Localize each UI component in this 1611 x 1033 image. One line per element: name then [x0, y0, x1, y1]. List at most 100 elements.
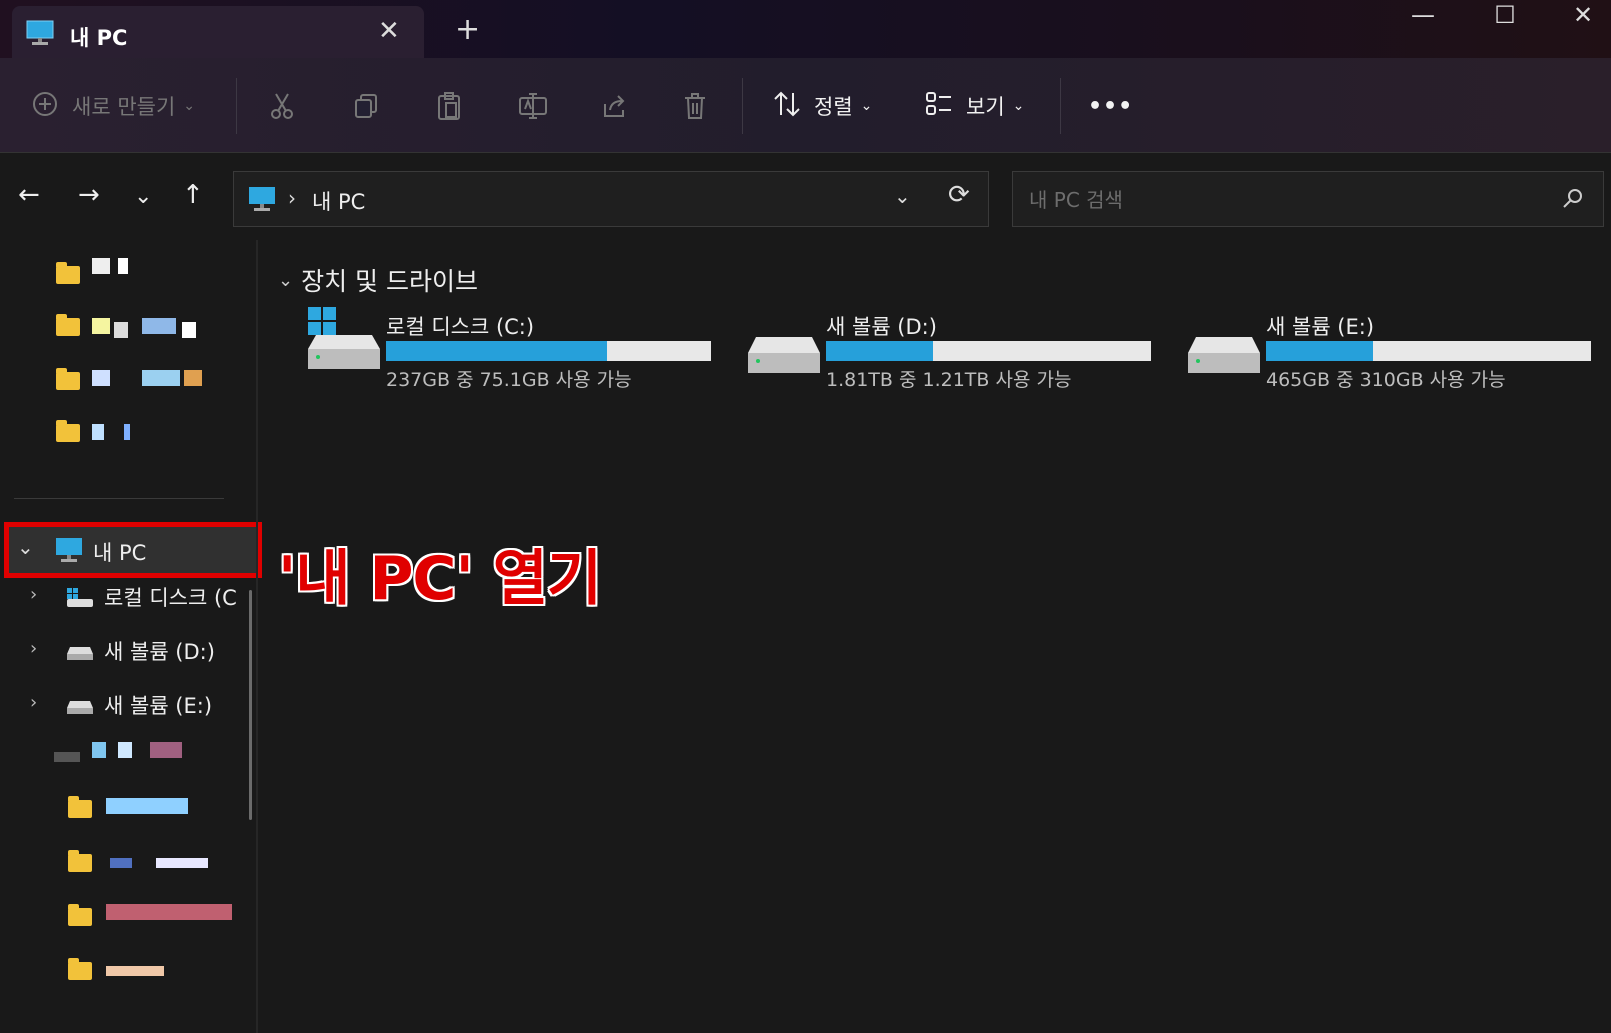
- chevron-down-icon: ⌄: [183, 98, 196, 114]
- chevron-down-icon[interactable]: ⌄: [894, 184, 911, 208]
- drive-tile-e[interactable]: 새 볼륨 (E:) 465GB 중 310GB 사용 가능: [1176, 305, 1596, 395]
- view-label: 보기: [966, 95, 1005, 119]
- sidebar-item-drive-e[interactable]: › 새 볼륨 (E:): [0, 684, 245, 724]
- drive-icon: [66, 642, 94, 666]
- drive-icon: [66, 696, 94, 720]
- obscured-label: [142, 318, 176, 334]
- usage-bar-fill: [1266, 341, 1374, 361]
- forward-arrow-icon[interactable]: →: [78, 180, 100, 210]
- drive-tile-c[interactable]: 로컬 디스크 (C:) 237GB 중 75.1GB 사용 가능: [296, 305, 716, 395]
- view-icon: [924, 90, 954, 123]
- search-icon[interactable]: [1561, 186, 1585, 214]
- recent-dropdown-icon[interactable]: ⌄: [134, 184, 152, 209]
- obscured-label: [118, 258, 128, 274]
- close-icon[interactable]: ✕: [378, 16, 400, 46]
- sidebar-scrollbar[interactable]: [249, 590, 252, 820]
- minimize-icon[interactable]: —: [1388, 0, 1458, 34]
- drive-free-space: 237GB 중 75.1GB 사용 가능: [386, 369, 632, 391]
- cut-icon[interactable]: [268, 88, 296, 124]
- obscured-label: [150, 742, 182, 758]
- drive-icon: [1186, 335, 1262, 379]
- folder-icon: [56, 262, 80, 284]
- folder-icon: [56, 368, 80, 390]
- folder-icon: [56, 420, 80, 442]
- window-close-icon[interactable]: ✕: [1548, 0, 1611, 34]
- pane-divider[interactable]: [256, 240, 258, 1033]
- usage-bar: [386, 341, 711, 361]
- new-button-label: 새로 만들기: [72, 95, 176, 119]
- sidebar-item-this-pc[interactable]: ⌄ 내 PC: [4, 522, 262, 578]
- sort-label: 정렬: [814, 95, 853, 119]
- back-arrow-icon[interactable]: ←: [18, 180, 40, 210]
- rename-icon[interactable]: [518, 88, 548, 124]
- drive-free-space: 465GB 중 310GB 사용 가능: [1266, 369, 1506, 391]
- maximize-icon[interactable]: ☐: [1470, 0, 1540, 34]
- obscured-label: [92, 258, 110, 274]
- obscured-label: [184, 370, 202, 386]
- chevron-right-icon[interactable]: ›: [30, 638, 37, 659]
- chevron-down-icon[interactable]: ⌄: [278, 270, 293, 291]
- folder-icon: [68, 796, 92, 818]
- obscured-label: [106, 966, 164, 976]
- chevron-down-icon[interactable]: ⌄: [17, 535, 34, 559]
- usage-bar: [1266, 341, 1591, 361]
- paste-icon[interactable]: [435, 88, 463, 124]
- more-options-icon[interactable]: •••: [1088, 88, 1133, 124]
- drive-tile-d[interactable]: 새 볼륨 (D:) 1.81TB 중 1.21TB 사용 가능: [736, 305, 1156, 395]
- sort-button[interactable]: 정렬 ⌄: [772, 88, 872, 124]
- separator: [742, 78, 743, 134]
- usage-bar-fill: [826, 341, 934, 361]
- system-drive-icon: [306, 307, 382, 375]
- folder-icon: [68, 850, 92, 872]
- chevron-right-icon[interactable]: ›: [30, 584, 37, 605]
- tab-title: 내 PC: [70, 26, 128, 50]
- plus-icon[interactable]: +: [455, 12, 480, 47]
- obscured-icon: [54, 752, 80, 762]
- sidebar-item-label: 내 PC: [93, 541, 147, 565]
- divider: [14, 498, 224, 499]
- drive-name: 새 볼륨 (D:): [826, 315, 937, 339]
- breadcrumb-this-pc[interactable]: 내 PC: [312, 186, 365, 216]
- title-bar: 내 PC ✕ + — ☐ ✕: [0, 0, 1611, 58]
- obscured-label: [106, 798, 188, 814]
- obscured-label: [118, 742, 132, 758]
- monitor-icon: [55, 537, 83, 567]
- obscured-label: [92, 318, 110, 334]
- section-title: 장치 및 드라이브: [301, 267, 478, 296]
- up-arrow-icon[interactable]: ↑: [182, 180, 204, 210]
- obscured-label: [114, 322, 128, 338]
- usage-bar: [826, 341, 1151, 361]
- copy-icon[interactable]: [352, 88, 380, 124]
- sort-icon: [772, 90, 802, 123]
- sidebar-item-drive-d[interactable]: › 새 볼륨 (D:): [0, 630, 245, 670]
- new-button[interactable]: 새로 만들기 ⌄: [32, 88, 195, 124]
- address-bar[interactable]: › 내 PC ⌄ ⟳: [233, 171, 989, 227]
- view-button[interactable]: 보기 ⌄: [924, 88, 1024, 124]
- add-circle-icon: [32, 91, 58, 122]
- chevron-down-icon: ⌄: [1012, 98, 1025, 114]
- usage-bar-fill: [386, 341, 607, 361]
- chevron-right-icon[interactable]: ›: [30, 692, 37, 713]
- system-drive-icon: [66, 588, 94, 613]
- obscured-label: [92, 742, 106, 758]
- annotation-callout: '내 PC' 열기: [278, 544, 602, 614]
- obscured-label: [92, 424, 104, 440]
- search-box[interactable]: [1012, 171, 1604, 227]
- chevron-right-icon: ›: [288, 186, 296, 210]
- obscured-label: [92, 370, 110, 386]
- monitor-icon: [26, 20, 54, 50]
- section-header-devices[interactable]: ⌄ 장치 및 드라이브: [278, 262, 478, 298]
- sidebar-item-drive-c[interactable]: › 로컬 디스크 (C: [0, 576, 245, 616]
- tab-this-pc[interactable]: 내 PC ✕: [12, 6, 424, 58]
- refresh-icon[interactable]: ⟳: [948, 180, 970, 210]
- search-input[interactable]: [1027, 184, 1551, 216]
- obscured-label: [182, 322, 196, 338]
- obscured-label: [110, 858, 132, 868]
- folder-icon: [68, 958, 92, 980]
- command-bar: 새로 만들기 ⌄ 정렬 ⌄ 보기 ⌄ •••: [0, 58, 1611, 153]
- sidebar-item-label: 새 볼륨 (E:): [104, 694, 213, 718]
- share-icon[interactable]: [600, 88, 628, 124]
- delete-icon[interactable]: [682, 88, 708, 124]
- separator: [1060, 78, 1061, 134]
- monitor-icon: [248, 186, 276, 216]
